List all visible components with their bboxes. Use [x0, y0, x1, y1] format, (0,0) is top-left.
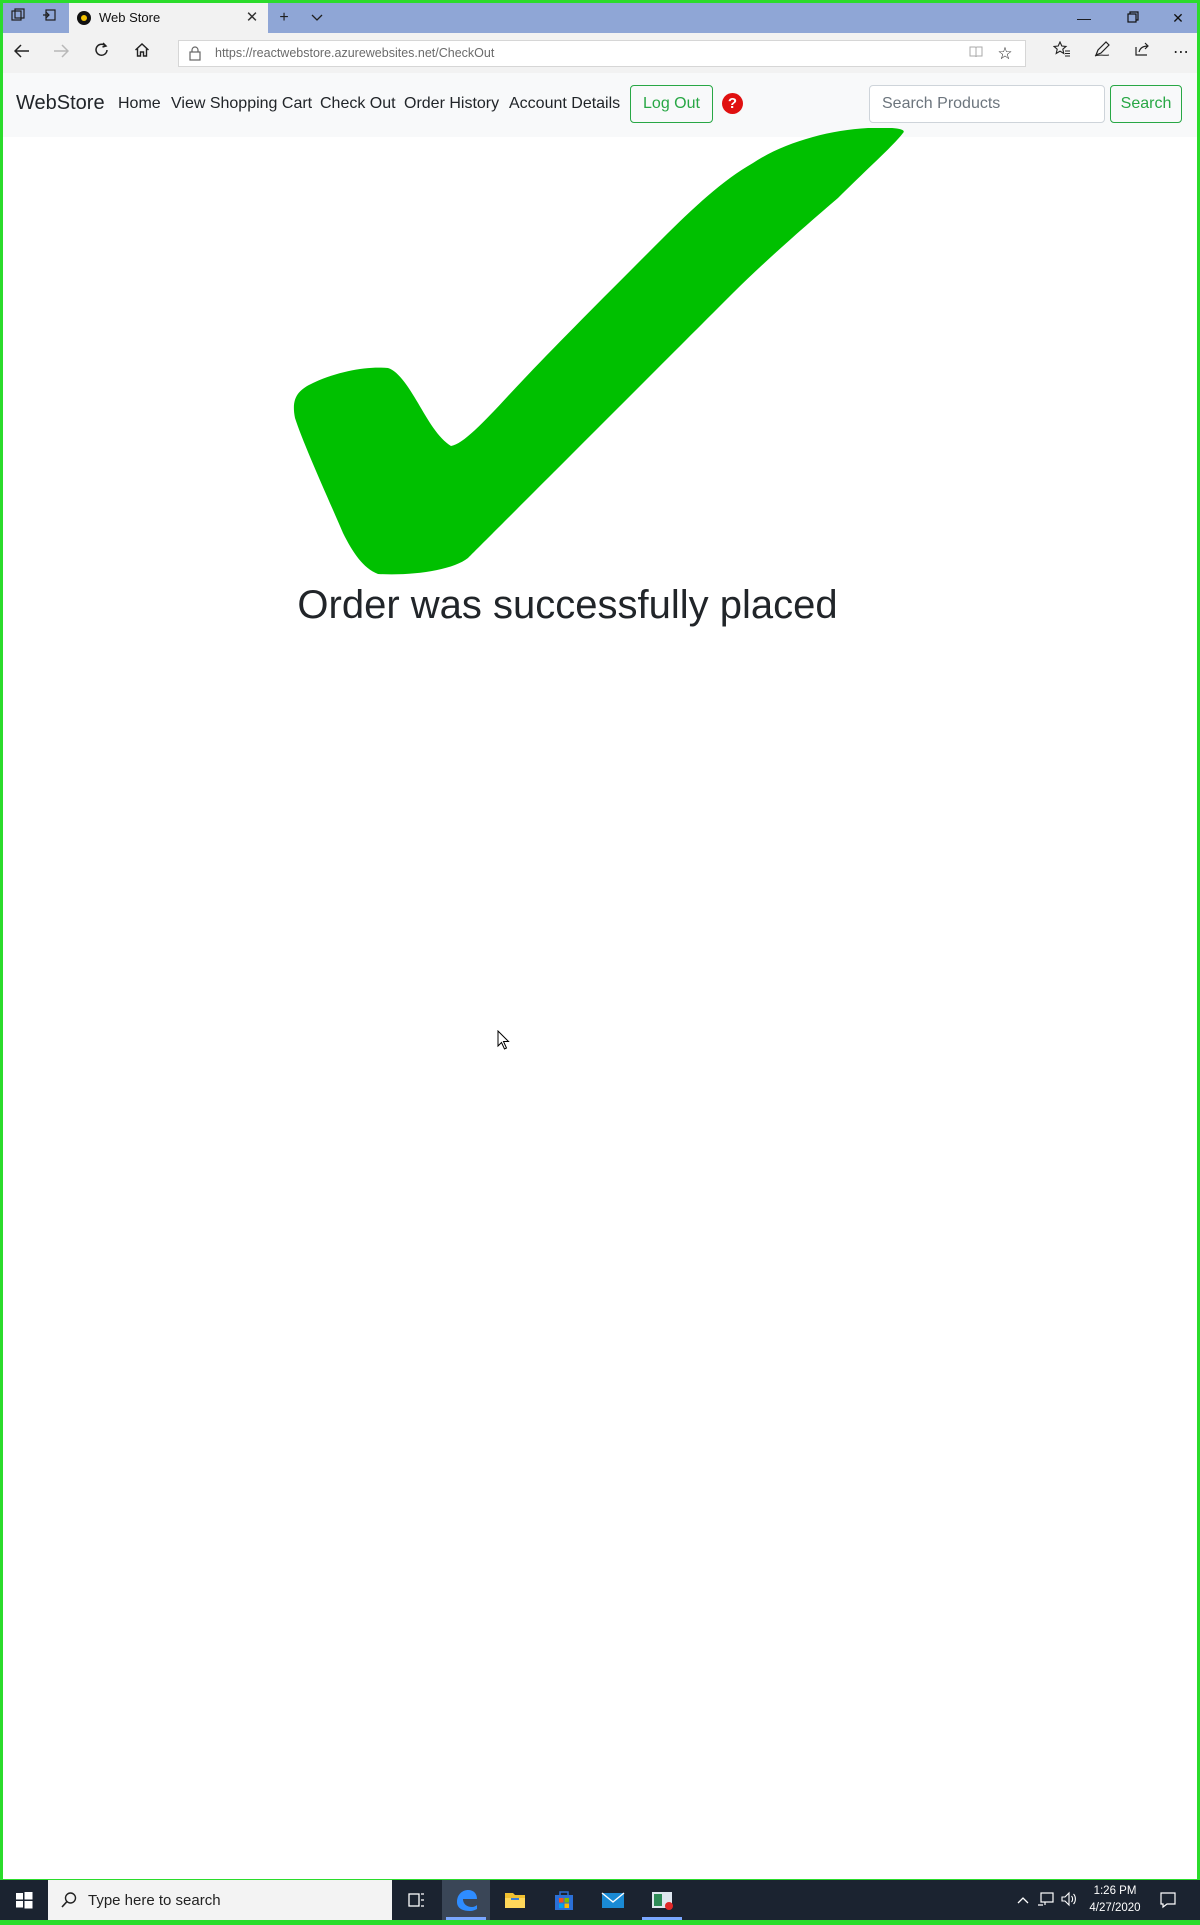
restore-icon[interactable]	[1110, 3, 1156, 33]
help-question-icon[interactable]: ?	[722, 93, 743, 114]
web-note-pen-icon[interactable]	[1089, 41, 1115, 65]
start-windows-icon[interactable]	[0, 1880, 48, 1920]
home-icon[interactable]	[129, 41, 155, 65]
network-icon[interactable]	[1037, 1891, 1055, 1909]
tab-bar: Web Store ✕ + — ✕	[3, 3, 1197, 33]
show-hidden-icons-chevron-icon[interactable]	[1014, 1891, 1032, 1909]
forward-icon[interactable]	[48, 41, 74, 65]
new-tab-icon[interactable]: +	[273, 8, 295, 28]
close-tab-icon[interactable]: ✕	[242, 8, 262, 28]
nav-link-order-history[interactable]: Order History	[404, 95, 499, 113]
site-favicon-icon	[77, 11, 91, 25]
lock-icon[interactable]	[189, 46, 203, 62]
success-message: Order was successfully placed	[3, 583, 1197, 628]
clock-date: 4/27/2020	[1089, 1902, 1141, 1914]
set-tabs-aside-icon[interactable]	[39, 8, 59, 28]
brand-logo[interactable]: WebStore	[16, 92, 105, 115]
more-options-icon[interactable]: ⋯	[1168, 41, 1194, 65]
nav-link-view-shopping-cart[interactable]: View Shopping Cart	[171, 95, 312, 113]
windows-taskbar: Type here to search 1:26 PM 4/27/2020	[0, 1880, 1200, 1920]
back-icon[interactable]	[9, 41, 35, 65]
url-host: https://reactwebstore.azurewebsites.net	[215, 46, 436, 60]
clock-time: 1:26 PM	[1093, 1885, 1137, 1897]
file-explorer-icon[interactable]	[491, 1880, 539, 1920]
url-text: https://reactwebstore.azurewebsites.net/…	[215, 46, 494, 60]
browser-window: Web Store ✕ + — ✕ https://reactwebstore.…	[3, 3, 1197, 1879]
tab-preview-chevron-icon[interactable]	[306, 8, 328, 28]
minimize-icon[interactable]: —	[1061, 3, 1107, 33]
taskbar-search-box[interactable]: Type here to search	[48, 1880, 392, 1920]
nav-link-account-details[interactable]: Account Details	[509, 95, 620, 113]
microsoft-store-icon[interactable]	[540, 1880, 588, 1920]
refresh-icon[interactable]	[89, 41, 115, 65]
share-icon[interactable]	[1129, 41, 1155, 65]
tab-manager-icon[interactable]	[8, 8, 28, 28]
nav-link-home[interactable]: Home	[118, 95, 161, 113]
task-view-icon[interactable]	[392, 1880, 440, 1920]
search-icon	[61, 1892, 77, 1908]
remote-app-icon[interactable]	[638, 1880, 686, 1920]
url-field[interactable]: https://reactwebstore.azurewebsites.net/…	[178, 40, 1026, 67]
system-clock[interactable]: 1:26 PM 4/27/2020	[1080, 1883, 1150, 1917]
search-products-input[interactable]	[869, 85, 1105, 123]
logout-button[interactable]: Log Out	[630, 85, 713, 123]
mail-icon[interactable]	[589, 1880, 637, 1920]
favorite-star-icon[interactable]: ☆	[995, 44, 1015, 64]
favorites-hub-icon[interactable]	[1049, 40, 1075, 65]
address-bar: https://reactwebstore.azurewebsites.net/…	[3, 33, 1197, 73]
reading-view-icon[interactable]	[967, 46, 985, 62]
success-message-text: Order was successfully placed	[297, 583, 838, 627]
mouse-cursor-icon	[497, 1030, 510, 1050]
search-button[interactable]: Search	[1110, 85, 1182, 123]
tab-web-store[interactable]: Web Store ✕	[69, 3, 268, 33]
nav-link-check-out[interactable]: Check Out	[320, 95, 396, 113]
tab-title: Web Store	[99, 10, 161, 25]
edge-browser-taskbar-icon[interactable]	[442, 1880, 490, 1920]
action-center-notification-icon[interactable]	[1158, 1890, 1178, 1910]
close-window-icon[interactable]: ✕	[1155, 3, 1197, 33]
volume-icon[interactable]	[1060, 1891, 1078, 1909]
success-checkmark-icon	[294, 128, 904, 575]
taskbar-search-placeholder: Type here to search	[88, 1892, 221, 1909]
url-path: /CheckOut	[435, 46, 495, 60]
